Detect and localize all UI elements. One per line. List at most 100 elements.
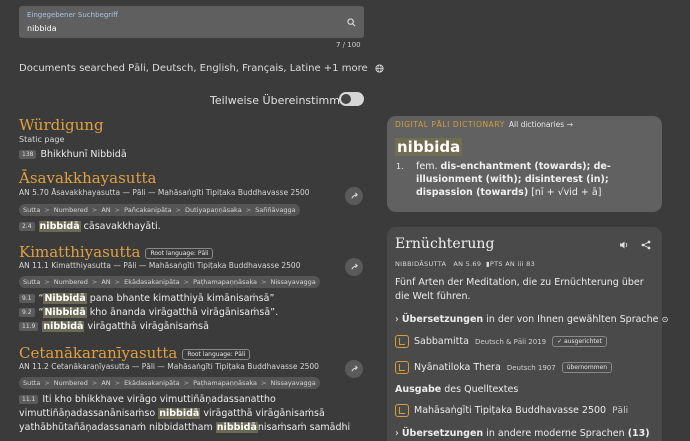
segment-number: 9.2 [19,308,35,317]
crumb[interactable]: AN [101,206,110,214]
result-line: 9.1 “Nibbidā pana bhante kimatthiyā kimān… [19,293,274,304]
translations-toggle[interactable]: › Übersetzungen in der von Ihnen gewählt… [395,314,668,325]
result-reference: AN 11.1 Kimatthiyasutta — Pāli — Mahāsaṅ… [19,261,301,270]
segment-number: 138 [19,150,37,159]
match-highlight: Nibbidā [43,293,87,304]
segment-number: 2.4 [19,222,35,231]
search-input[interactable]: nibbida [27,24,57,33]
globe-icon[interactable] [375,63,384,73]
translation-item[interactable]: Sabbamitta Deutsch & Pāli 2019 ✓ ausgeric… [395,335,607,348]
source-edition-item[interactable]: Mahāsaṅgīti Tipiṭaka Buddhavasse 2500 Pā… [395,404,628,417]
crumb[interactable]: Ekādasakanipāta [124,278,180,286]
segment-number: 9.1 [19,294,35,303]
crumb[interactable]: Numbered [54,206,88,214]
search-icon[interactable] [347,18,356,27]
crumb[interactable]: Saññāvagga [255,206,295,214]
definition-text: fem. dis-enchantment (towards); de-illus… [416,161,611,198]
other-translations-toggle[interactable]: › Übersetzungen in andere moderne Sprach… [395,428,650,439]
chevron-right-icon: › [395,314,399,325]
crumb[interactable]: Numbered [54,379,88,387]
adopted-badge: übernommen [561,362,613,373]
result-title[interactable]: Cetanākaraṇīyasutta [19,344,177,362]
line-text: yathābhūtañāṇadassanaṁ nibbidattham [19,422,213,433]
dictionary-card: DIGITAL PĀLI DICTIONARY All dictionaries … [387,116,662,212]
result-line: 11.9 nibbidā virāgatthā virāgānisaṁsā [19,321,209,332]
link-arrow-icon [350,365,358,372]
crumb[interactable]: Paṭhamapaṇṇāsaka [193,379,257,387]
line-text: virāgatthā virāgānisaṁsā [203,408,325,419]
crumb[interactable]: Nissayavagga [270,379,315,387]
share-button[interactable] [345,360,363,378]
segment-number: 11.9 [19,322,39,331]
result-line: 138 Bhikkhunī Nibbidā [19,149,127,160]
documents-searched-label: Documents searched Pāli, Deutsch, Englis… [19,63,368,74]
partial-match-toggle[interactable] [339,92,364,106]
breadcrumb[interactable]: Sutta > Numbered > AN > Ekādasakanipāta > Pa… [19,276,320,288]
all-dictionaries-link[interactable]: All dictionaries → [509,120,573,129]
result-reference: AN 11.2 Cetanākaraṇīyasutta — Pāli — Mah… [19,362,319,371]
crumb[interactable]: AN [101,379,110,387]
search-label: Eingegebener Suchbegriff [27,11,118,19]
sutta-title[interactable]: Ernüchterung [395,236,494,252]
result-reference: AN 5.70 Āsavakkhayasutta — Pāli — Mahāsa… [19,188,310,197]
crumb[interactable]: Numbered [54,278,88,286]
documents-searched[interactable]: Documents searched Pāli, Deutsch, Englis… [19,63,384,74]
crumb[interactable]: Dutiyapaṇṇāsaka [185,206,242,214]
share-button[interactable] [345,187,363,205]
sutta-card: Ernüchterung NIBBIDĀSUTTA AN 5.69 ▮PTS A… [387,227,668,441]
result-title-row[interactable]: Kimatthiyasutta Root language: Pāli [19,243,214,261]
sutta-meta: NIBBIDĀSUTTA AN 5.69 ▮PTS AN iii 83 [395,260,536,268]
line-text: Bhikkhunī Nibbidā [40,149,127,160]
match-highlight: nibbidā [158,408,201,419]
speaker-icon[interactable] [619,240,629,250]
match-highlight: nibbidā [215,422,258,433]
result-line: 9.2 “Nibbidā kho ānanda virāgatthā virāgā… [19,307,278,318]
aligned-badge: ✓ ausgerichtet [552,336,607,347]
root-language-badge: Root language: Pāli [182,348,251,360]
definition-number: 1. [396,162,404,171]
breadcrumb[interactable]: Sutta > Numbered > AN > Ekādasakanipāta > Pa… [19,377,320,389]
result-line: vimuttiñāṇadassanānisaṁso nibbidā virāga… [19,408,325,419]
result-title[interactable]: Kimatthiyasutta [19,243,140,261]
dictionary-headword: nibbida [395,138,463,156]
crumb[interactable]: Sutta [23,206,40,214]
breadcrumb[interactable]: Sutta > Numbered > AN > Pañcakanipāta > Duti… [19,204,300,216]
crumb[interactable]: Nissayavagga [270,278,315,286]
line-text: cāsavakkhayāti. [83,221,161,232]
sutta-description: Fünf Arten der Meditation, die zu Ernüch… [395,277,644,302]
result-title[interactable]: Würdigung [19,116,104,134]
search-box[interactable]: Eingegebener Suchbegriff nibbida [19,6,364,38]
result-title[interactable]: Āsavakkhayasutta [19,169,156,187]
result-line: yathābhūtañāṇadassanaṁ nibbidattham nibb… [19,422,350,433]
line-text: kho ānanda virāgatthā virāgānisaṁsā”. [89,307,279,318]
link-arrow-icon [350,192,358,199]
info-icon[interactable]: ⊙ [662,315,669,324]
result-line: 11.1 Iti kho bhikkhave virāgo vimuttiñāṇa… [19,394,276,405]
result-title-row[interactable]: Cetanākaraṇīyasutta Root language: Pāli [19,344,251,362]
segment-number: 11.1 [19,395,39,404]
result-counter: 7 / 100 [336,41,361,49]
root-language-badge: Root language: Pāli [145,247,214,259]
crumb[interactable]: Pañcakanipāta [124,206,172,214]
result-subtitle: Static page [19,135,65,144]
translation-book-icon [395,361,409,374]
translation-item[interactable]: Nyānatiloka Thera Deutsch 1907 übernommen [395,361,613,374]
match-highlight: nibbidā [42,321,85,332]
crumb[interactable]: Paṭhamapaṇṇāsaka [193,278,257,286]
source-edition-heading: Ausgabe des Quelltextes [395,384,519,395]
crumb[interactable]: AN [101,278,110,286]
match-highlight: Nibbidā [43,307,87,318]
share-icon[interactable] [641,240,651,250]
crumb[interactable]: Ekādasakanipāta [124,379,180,387]
chevron-right-icon: › [395,428,399,439]
toggle-knob [341,94,351,104]
line-text: Iti kho bhikkhave virāgo vimuttiñāṇadass… [42,394,276,405]
crumb[interactable]: Sutta [23,379,40,387]
dictionary-title: DIGITAL PĀLI DICTIONARY [395,120,505,129]
result-line: 2.4 nibbidā cāsavakkhayāti. [19,221,161,232]
line-text: nisaṁsaṁ samādhi [257,422,351,433]
share-button[interactable] [345,258,363,276]
edition-book-icon [395,404,409,417]
link-arrow-icon [350,263,358,270]
crumb[interactable]: Sutta [23,278,40,286]
